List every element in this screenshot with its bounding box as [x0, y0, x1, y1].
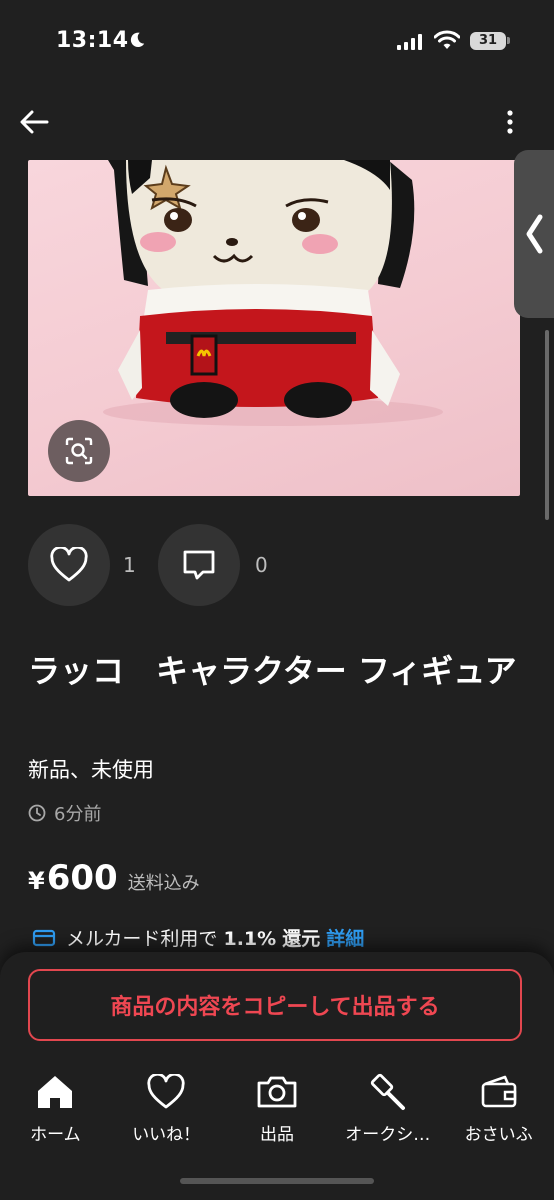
- side-drawer-handle[interactable]: [514, 150, 554, 318]
- tab-sell[interactable]: 出品: [222, 1070, 333, 1150]
- chevron-left-icon: [526, 214, 543, 254]
- scrollbar[interactable]: [545, 330, 549, 520]
- currency-symbol: ¥: [28, 867, 45, 895]
- image-search-icon: [65, 437, 93, 465]
- arrow-left-icon: [20, 110, 49, 134]
- price: 600: [46, 858, 118, 898]
- posted-time-row: 6分前: [28, 800, 101, 826]
- camera-icon: [257, 1076, 297, 1108]
- card-promo-suffix: 還元: [282, 928, 321, 950]
- copy-listing-button[interactable]: 商品の内容をコピーして出品する: [28, 969, 522, 1041]
- posted-time: 6分前: [54, 804, 102, 825]
- product-title: ラッコ キャラクター フィギュア: [28, 652, 517, 690]
- tab-likes-label: いいね！: [132, 1125, 201, 1145]
- clock-icon: [28, 804, 46, 822]
- wifi-icon: [434, 30, 460, 49]
- tab-auction[interactable]: オークシ…: [332, 1070, 443, 1150]
- comment-count: 0: [255, 553, 268, 577]
- more-vertical-icon: [507, 110, 513, 134]
- tab-likes[interactable]: いいね！: [111, 1070, 222, 1150]
- credit-card-icon: [32, 929, 56, 946]
- like-button[interactable]: [28, 524, 110, 606]
- comment-icon: [183, 550, 215, 580]
- card-promo-rate: 1.1%: [223, 928, 277, 950]
- tab-wallet[interactable]: おさいふ: [443, 1070, 554, 1150]
- battery-indicator: 31: [470, 32, 506, 50]
- tab-home-label: ホーム: [30, 1125, 81, 1145]
- card-promo-row: メルカード利用で 1.1% 還元 詳細: [32, 924, 364, 951]
- bottom-tab-bar: ホーム いいね！ 出品 オークシ… おさいふ: [0, 1070, 554, 1150]
- comment-button[interactable]: [158, 524, 240, 606]
- product-condition: 新品、未使用: [28, 758, 154, 782]
- tab-wallet-label: おさいふ: [464, 1125, 533, 1145]
- battery-cap: [507, 37, 510, 44]
- moon-icon: [130, 32, 145, 48]
- shipping-note: 送料込み: [127, 873, 200, 894]
- heart-icon: [50, 547, 88, 582]
- tab-home[interactable]: ホーム: [0, 1070, 111, 1150]
- gavel-icon: [370, 1073, 405, 1110]
- status-time: 13:14: [56, 28, 129, 53]
- more-options-button[interactable]: [496, 104, 524, 140]
- home-indicator: [180, 1178, 374, 1184]
- image-search-button[interactable]: [48, 420, 110, 482]
- tab-sell-label: 出品: [259, 1125, 294, 1145]
- like-count: 1: [123, 553, 136, 577]
- home-icon: [38, 1076, 73, 1108]
- tab-auction-label: オークシ…: [345, 1125, 431, 1145]
- heart-icon: [147, 1074, 185, 1109]
- signal-icon: [397, 34, 422, 50]
- wallet-icon: [481, 1075, 516, 1108]
- price-row: ¥ 600 送料込み: [28, 858, 200, 898]
- back-button[interactable]: [14, 104, 54, 140]
- card-promo-prefix: メルカード利用で: [66, 928, 218, 950]
- card-promo-details-link[interactable]: 詳細: [326, 928, 364, 950]
